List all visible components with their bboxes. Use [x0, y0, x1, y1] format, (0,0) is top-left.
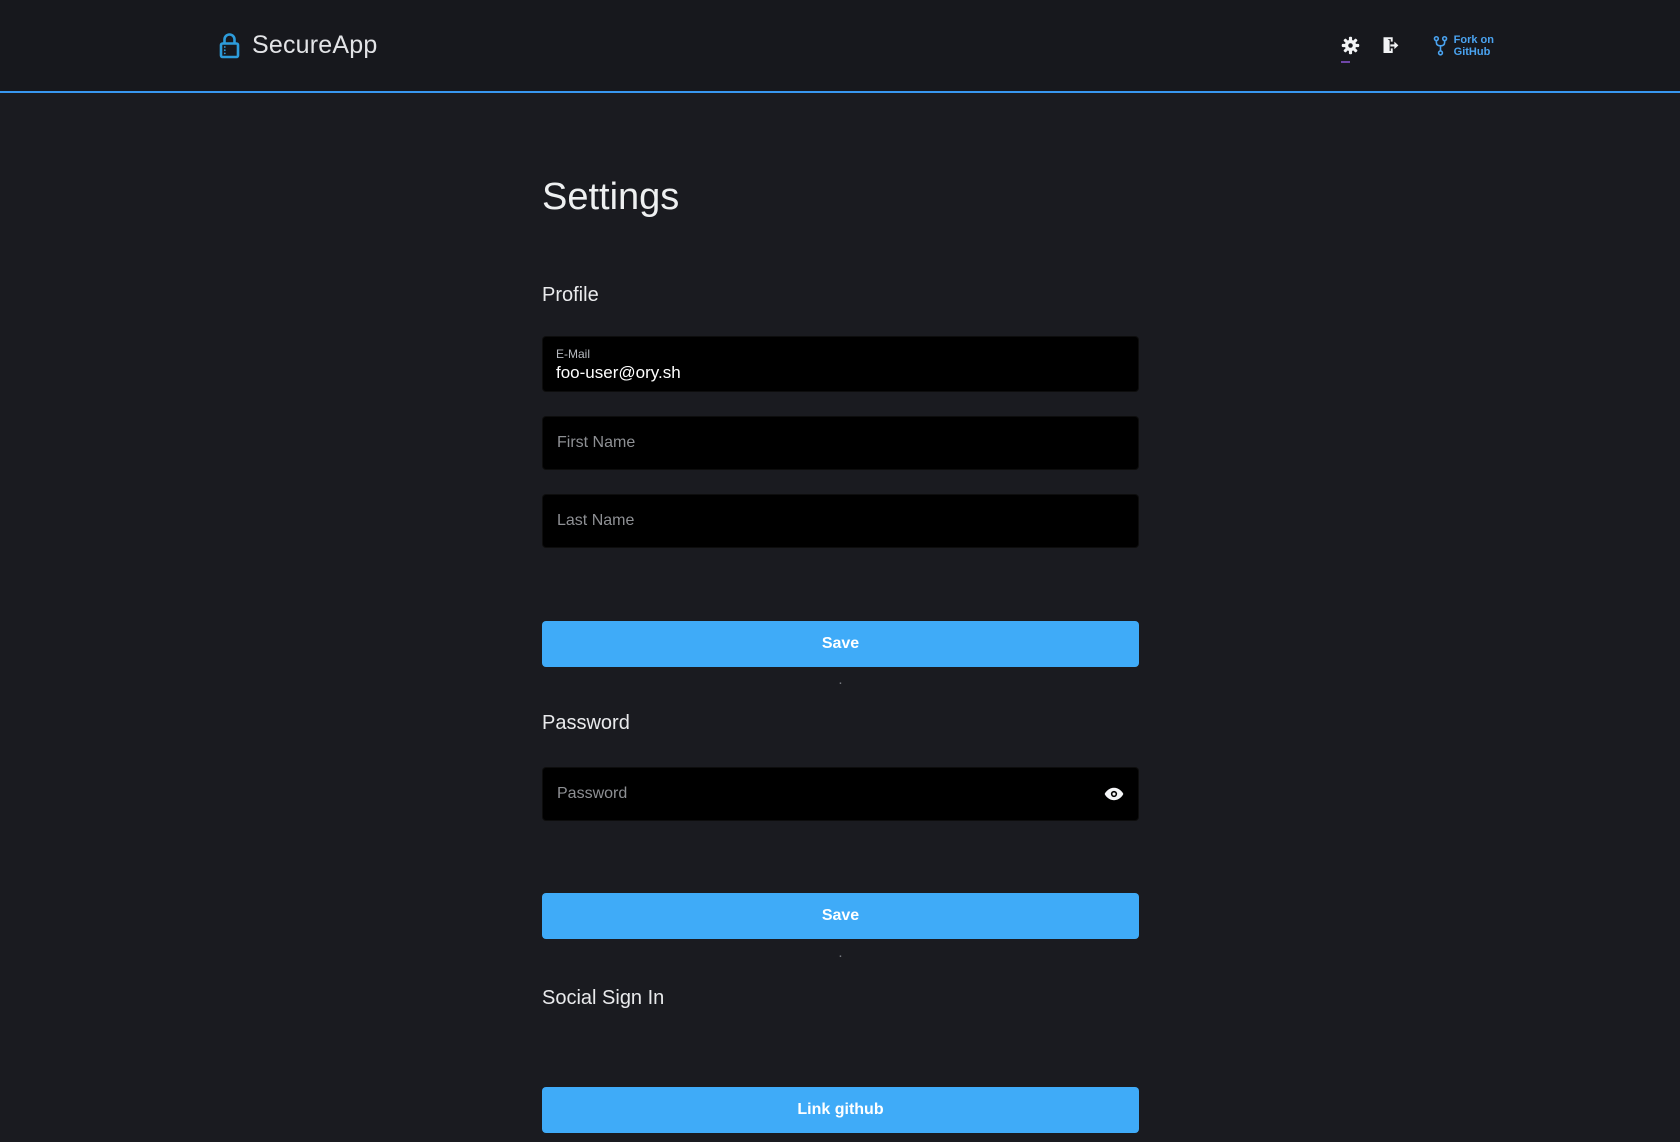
link-github-button[interactable]: Link github: [542, 1087, 1139, 1133]
gear-underline: [1341, 61, 1350, 63]
fork-on-github-link[interactable]: Fork on GitHub: [1433, 34, 1494, 58]
settings-gear-icon: [1340, 35, 1361, 56]
first-name-input[interactable]: [543, 417, 1138, 469]
email-label: E-Mail: [556, 347, 1125, 362]
eye-icon: [1103, 783, 1125, 805]
save-profile-button[interactable]: Save: [542, 621, 1139, 667]
github-fork-icon: [1433, 35, 1448, 57]
password-section-heading: Password: [542, 712, 630, 735]
fork-link-text: Fork on GitHub: [1454, 34, 1494, 58]
last-name-field-container: [542, 494, 1139, 548]
profile-separator-dot: .: [542, 678, 1139, 682]
profile-section-heading: Profile: [542, 284, 599, 307]
password-input[interactable]: [543, 768, 1090, 820]
social-section-heading: Social Sign In: [542, 987, 664, 1010]
logout-button[interactable]: [1379, 34, 1403, 58]
brand-title: SecureApp: [252, 31, 378, 60]
save-password-button[interactable]: Save: [542, 893, 1139, 939]
password-separator-dot: .: [542, 951, 1139, 955]
toggle-password-visibility-button[interactable]: [1090, 768, 1138, 820]
email-input[interactable]: [556, 362, 1125, 383]
email-field-container: E-Mail: [542, 336, 1139, 392]
navbar-actions: Fork on GitHub: [1339, 34, 1494, 58]
lock-icon: [218, 32, 241, 59]
brand-home-link[interactable]: SecureApp: [218, 31, 378, 60]
logout-icon: [1380, 35, 1401, 56]
last-name-input[interactable]: [543, 495, 1138, 547]
settings-button[interactable]: [1339, 34, 1363, 58]
settings-page: Settings Profile E-Mail Save . Password …: [542, 0, 1139, 1142]
password-field-container: [542, 767, 1139, 821]
page-title: Settings: [542, 176, 679, 219]
first-name-field-container: [542, 416, 1139, 470]
